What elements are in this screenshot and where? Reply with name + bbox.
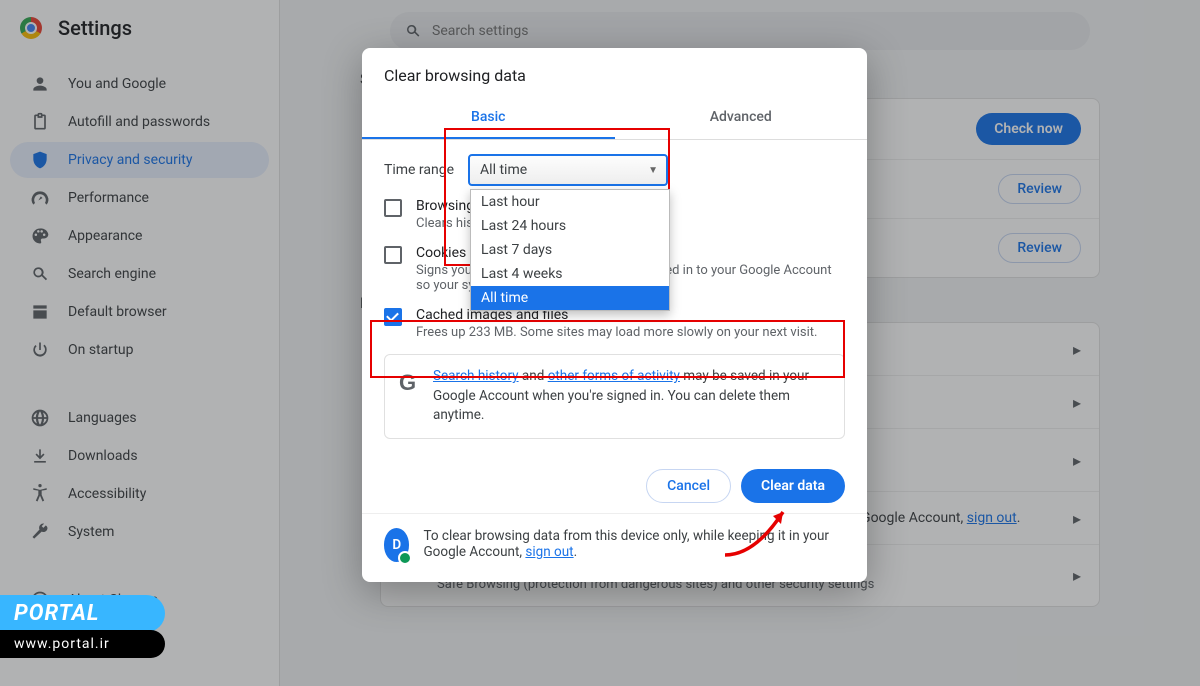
- tab-basic[interactable]: Basic: [362, 99, 615, 139]
- watermark: PORTAL www.portal.ir: [0, 595, 165, 658]
- clear-data-button[interactable]: Clear data: [741, 469, 845, 503]
- checkbox-cache[interactable]: [384, 308, 402, 326]
- dropdown-option-selected[interactable]: All time: [471, 286, 669, 310]
- time-range-select[interactable]: All time ▼ Last hour Last 24 hours Last …: [468, 154, 668, 186]
- watermark-brand: PORTAL: [0, 595, 165, 632]
- sign-out-link[interactable]: sign out: [525, 544, 573, 560]
- other-activity-link[interactable]: other forms of activity: [548, 368, 680, 384]
- time-range-dropdown: Last hour Last 24 hours Last 7 days Last…: [470, 189, 670, 311]
- watermark-url: www.portal.ir: [0, 630, 165, 658]
- search-history-link[interactable]: Search history: [433, 368, 519, 384]
- chevron-down-icon: ▼: [648, 165, 658, 176]
- dropdown-option[interactable]: Last 24 hours: [471, 214, 669, 238]
- cancel-button[interactable]: Cancel: [646, 469, 731, 503]
- dropdown-option[interactable]: Last 4 weeks: [471, 262, 669, 286]
- option-cached-images[interactable]: Cached images and files Frees up 233 MB.…: [384, 307, 845, 340]
- google-logo-icon: G: [399, 367, 419, 426]
- dropdown-option[interactable]: Last 7 days: [471, 238, 669, 262]
- google-info-box: G Search history and other forms of acti…: [384, 354, 845, 439]
- checkbox-cookies[interactable]: [384, 246, 402, 264]
- dialog-footer-note: D To clear browsing data from this devic…: [362, 513, 867, 566]
- clear-browsing-data-dialog: Clear browsing data Basic Advanced Time …: [362, 48, 867, 582]
- checkbox-history[interactable]: [384, 199, 402, 217]
- dropdown-option[interactable]: Last hour: [471, 190, 669, 214]
- tab-advanced[interactable]: Advanced: [615, 99, 868, 139]
- time-range-label: Time range: [384, 162, 454, 178]
- profile-avatar: D: [384, 528, 409, 562]
- dialog-title: Clear browsing data: [362, 48, 867, 99]
- time-range-value: All time: [480, 162, 527, 178]
- sync-badge-icon: [398, 551, 412, 565]
